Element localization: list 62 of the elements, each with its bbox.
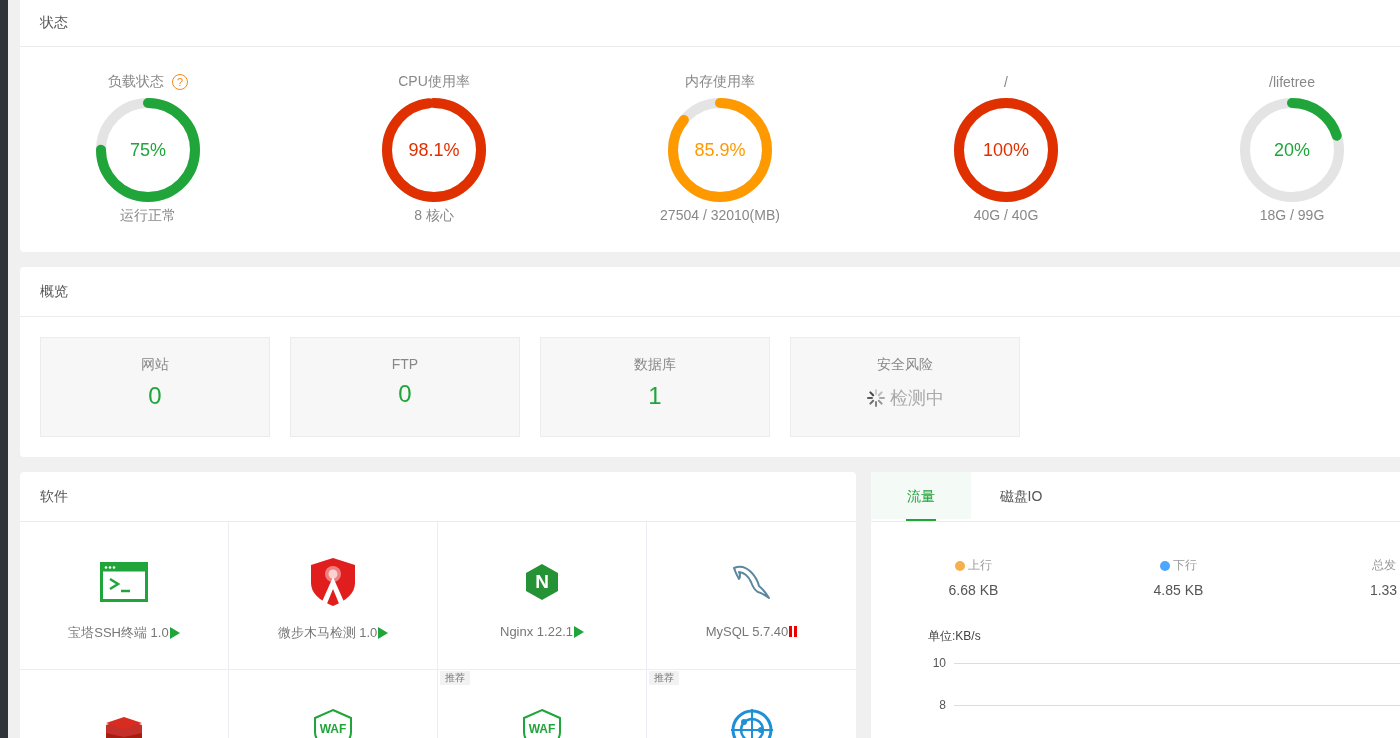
software-name: 微步木马检测 1.0 [277,624,378,642]
gauge-detail: 18G / 99G [1259,207,1325,223]
gauge-value: 98.1% [408,139,460,161]
spinner-icon [866,388,886,408]
gauge-label: / [1004,74,1008,90]
gauge-label: CPU使用率 [398,73,470,91]
overview-tile[interactable]: FTP 0 [290,337,520,437]
overview-tile[interactable]: 安全风险 检测中 [790,337,1020,437]
tile-label: FTP [391,356,419,372]
tile-value: 1 [648,382,662,410]
tile-label: 安全风险 [877,356,933,374]
gauge-label: /lifetree [1269,74,1315,90]
gauge-detail: 27504 / 32010(MB) [660,207,780,223]
software-tile[interactable]: 微步木马检测 1.0 [229,522,438,670]
software-name: Nginx 1.22.1 [500,624,573,639]
stat-label: 总发 [1371,557,1396,574]
unit-label: 单位:KB/s [928,628,982,645]
waf-shield-icon: WAF [313,708,353,738]
gauge-value: 85.9% [694,139,746,161]
stacked-layers-icon [104,715,144,738]
gauge-detail: 运行正常 [120,207,176,225]
gauge-label: 负载状态 [108,73,164,91]
overview-tile[interactable]: 网站 0 [40,337,270,437]
tab[interactable]: 磁盘IO [971,472,1071,521]
waf-shield-icon: WAF [522,708,562,738]
gauge-value: 20% [1274,139,1310,161]
recommend-badge: 推荐 [440,671,470,685]
axis-tick-label: 10 [931,656,946,670]
tab[interactable]: 流量 [871,472,971,521]
stat-label: 下行 [1173,557,1197,574]
software-tile[interactable]: 推荐 WAF [438,670,647,738]
stat-value: 4.85 KB [1153,582,1204,598]
hexagon-logo-icon: N [526,564,558,600]
stat-label: 上行 [968,557,992,574]
axis-tick-label: 8 [938,698,946,712]
software-tile[interactable]: WAF [229,670,438,738]
section-title: 软件 [40,487,68,506]
tile-value: 0 [398,380,412,408]
shield-icon [310,557,356,607]
stat-value: 6.68 KB [948,582,999,598]
software-tile[interactable]: 宝塔SSH终端 1.0 [20,522,229,670]
tile-value: 0 [148,382,162,410]
overview-tile[interactable]: 数据库 1 [540,337,770,437]
gauge-detail: 40G / 40G [973,207,1039,223]
radar-icon [730,709,773,738]
section-title: 状态 [40,14,68,32]
recommend-badge: 推荐 [649,671,679,685]
stat-value: 1.33 [1369,582,1398,598]
tile-value: 检测中 [890,387,944,410]
gauge-value: 100% [983,139,1029,161]
tile-label: 网站 [141,356,169,374]
software-name: MySQL 5.7.40 [705,624,789,639]
section-title: 概览 [40,282,68,301]
software-name: 宝塔SSH终端 1.0 [68,624,169,642]
gauge-value: 75% [130,139,166,161]
software-tile[interactable]: MySQL 5.7.40 [647,522,856,670]
gauge-label: 内存使用率 [685,73,755,91]
gauge-detail: 8 核心 [414,207,454,225]
software-tile[interactable]: 推荐 [647,670,856,738]
terminal-icon [100,562,148,602]
software-tile[interactable]: N Nginx 1.22.1 [438,522,647,670]
tile-label: 数据库 [634,356,676,374]
